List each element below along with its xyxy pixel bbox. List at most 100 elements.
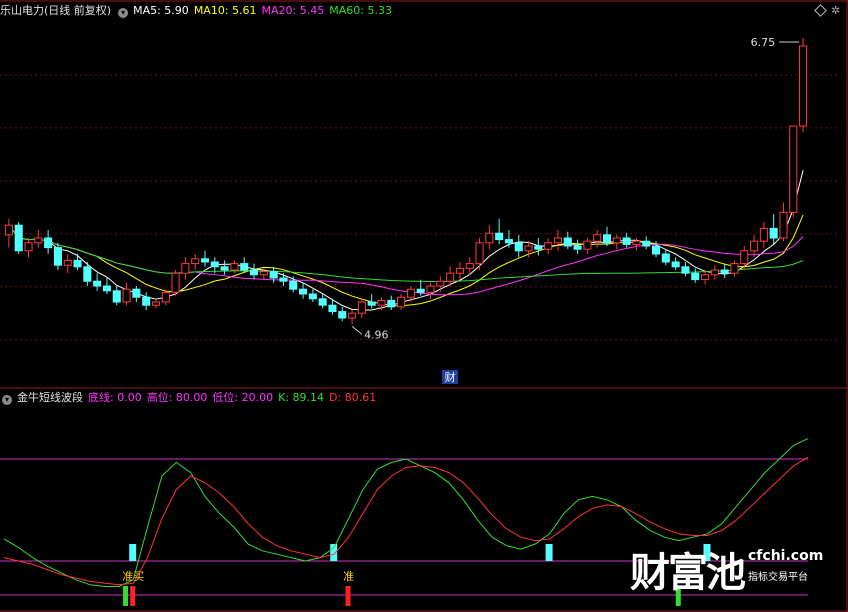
- indicator-high: 高位: 80.00: [146, 391, 208, 404]
- candle-body: [750, 240, 759, 252]
- indicator-title: 金牛短线波段: [17, 391, 83, 404]
- candle-body: [642, 240, 651, 247]
- min-price-label: 4.96: [364, 328, 389, 341]
- signal-bar: [129, 544, 137, 561]
- candle-body: [289, 280, 298, 290]
- ma20-value: MA20: 5.45: [261, 4, 325, 17]
- candle-body: [593, 234, 602, 242]
- candle-body: [4, 224, 13, 236]
- candle-body: [759, 227, 768, 242]
- candle-body: [406, 288, 415, 298]
- candle-body: [465, 263, 474, 269]
- candle-body: [602, 234, 612, 244]
- candle-body: [73, 259, 82, 268]
- candle-body: [495, 232, 504, 241]
- candle-body: [524, 245, 533, 252]
- candle-body: [161, 291, 170, 303]
- candle-body: [63, 259, 72, 266]
- candle-body: [553, 237, 563, 244]
- candle-body: [436, 280, 445, 287]
- candle-body: [387, 299, 396, 308]
- candle-body: [651, 245, 661, 255]
- candle-body: [779, 211, 788, 239]
- candle-body: [102, 285, 111, 292]
- candle-body: [612, 237, 621, 244]
- event-marker-label: 财: [445, 370, 456, 384]
- indicator-baseline: 底线: 0.00: [88, 391, 142, 404]
- max-price-label: 6.75: [751, 36, 776, 49]
- candle-body: [338, 311, 347, 319]
- candle-body: [446, 272, 455, 282]
- candle-body: [122, 288, 131, 303]
- candle-body: [661, 253, 670, 263]
- candle-body: [534, 245, 543, 250]
- candle-body: [112, 290, 121, 303]
- candle-body: [299, 288, 308, 295]
- candle-body: [573, 245, 582, 250]
- buy-signal-bar: [130, 586, 136, 606]
- candle-body: [671, 261, 680, 268]
- watermark-logo: 财富池: [630, 550, 746, 596]
- candle-body: [691, 272, 700, 281]
- candle-body: [83, 266, 92, 282]
- candle-body: [720, 269, 729, 274]
- watermark-url: cfchi.com: [748, 548, 824, 564]
- candle-body: [504, 239, 513, 244]
- candle-body: [34, 237, 43, 244]
- gear-icon[interactable]: ✲: [831, 4, 840, 17]
- candle-body: [93, 280, 102, 287]
- candle-body: [357, 301, 366, 314]
- kline-chart[interactable]: 6.754.96财涨 准买准: [0, 0, 848, 612]
- candle-body: [200, 258, 210, 263]
- candle: [789, 125, 798, 218]
- candle-body: [53, 247, 62, 266]
- candle-body: [426, 285, 435, 293]
- candle-body: [544, 242, 553, 250]
- candle-body: [24, 242, 33, 252]
- candle-body: [710, 269, 719, 276]
- candle-body: [132, 288, 141, 298]
- buy-signal-bar: [345, 586, 351, 606]
- candle-body: [475, 242, 484, 265]
- signal-bar: [545, 544, 553, 561]
- chevron-down-icon[interactable]: ▾: [118, 8, 129, 18]
- candle-body: [514, 242, 523, 252]
- candle-body: [151, 301, 161, 306]
- candle-body: [220, 266, 229, 271]
- candle-body: [632, 240, 641, 245]
- candle-body: [230, 263, 239, 271]
- ma10-value: MA10: 5.61: [193, 4, 257, 17]
- candle-body: [191, 258, 200, 265]
- candle-body: [142, 296, 151, 306]
- candle-body: [681, 266, 690, 274]
- chevron-down-icon[interactable]: ▾: [2, 395, 12, 405]
- candle-body: [14, 224, 23, 252]
- candle-body: [308, 293, 317, 300]
- candle-body: [249, 269, 259, 276]
- candle-body: [455, 267, 464, 274]
- ma60-value: MA60: 5.33: [329, 4, 392, 17]
- candle-body: [416, 288, 425, 293]
- candle-body: [240, 263, 249, 271]
- candle-body: [171, 272, 180, 293]
- main-chart-header: 乐山电力(日线 前复权) ▾ MA5: 5.90 MA10: 5.61 MA20: 5.…: [0, 4, 397, 18]
- candle-body: [701, 274, 710, 281]
- candle-body: [259, 271, 268, 276]
- candle: [171, 270, 180, 296]
- candle-body: [269, 271, 278, 279]
- chart-background: [0, 0, 848, 612]
- candle-body: [318, 298, 327, 306]
- candle-body: [730, 263, 739, 274]
- candle-body: [799, 45, 808, 127]
- indicator-k: K: 89.14: [278, 391, 325, 404]
- candle: [14, 222, 23, 254]
- buy-signal-label: 准买: [122, 570, 144, 583]
- stock-title: 乐山电力(日线 前复权): [0, 4, 112, 17]
- candle-body: [44, 237, 53, 249]
- candle: [799, 38, 808, 133]
- candle-body: [279, 277, 288, 282]
- candle-body: [485, 232, 494, 244]
- candle-body: [397, 296, 406, 308]
- indicator-header: ▾ 金牛短线波段 底线: 0.00 高位: 80.00 低位: 20.00 K: 89.1…: [0, 391, 381, 405]
- candle-body: [622, 237, 631, 245]
